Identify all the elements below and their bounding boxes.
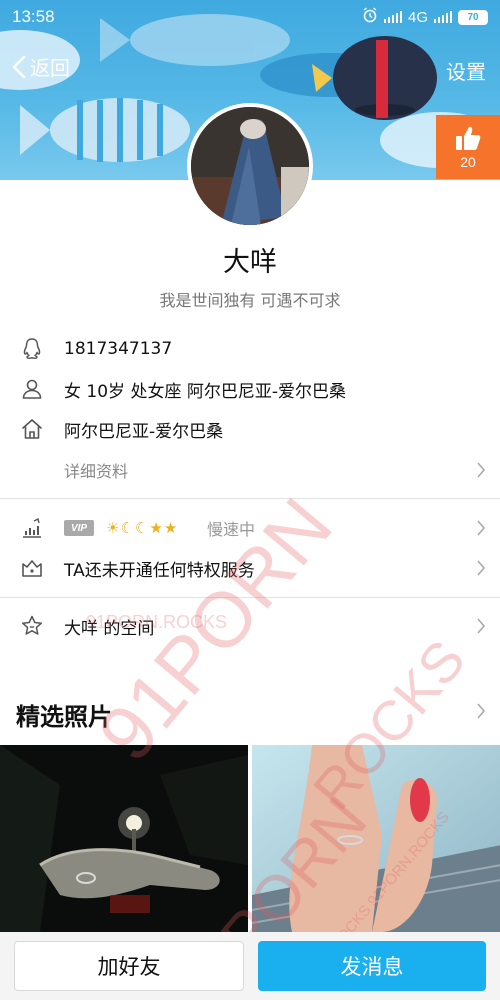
signal-icon <box>383 11 402 23</box>
speed-status: 慢速中 <box>207 520 256 539</box>
level-icons: ☀ ☾ ☾ ★ ★ <box>106 519 177 537</box>
privilege-text: TA还未开通任何特权服务 <box>64 560 255 581</box>
section-divider <box>0 498 500 499</box>
hometown: 阿尔巴尼亚-爱尔巴桑 <box>64 421 224 442</box>
crown-box-icon <box>22 560 42 577</box>
back-button[interactable]: 返回 <box>12 52 70 81</box>
avatar[interactable] <box>187 103 313 229</box>
network-type: 4G <box>407 8 428 26</box>
basic-info: 女 10岁 处女座 阿尔巴尼亚-爱尔巴桑 <box>64 381 346 402</box>
signature: 我是世间独有 可遇不可求 <box>159 291 341 310</box>
photo-grid <box>0 745 500 932</box>
star-icon: ★ <box>149 519 163 537</box>
hand-photo <box>251 745 500 932</box>
settings-button[interactable]: 设置 <box>446 56 486 85</box>
star-icon <box>21 615 43 635</box>
alarm-icon <box>362 7 378 27</box>
moon-icon: ☾ <box>120 519 134 537</box>
sun-icon: ☀ <box>106 519 120 537</box>
featured-photos-title: 精选照片 <box>16 703 112 731</box>
details-row[interactable]: 详细资料 <box>0 450 500 490</box>
like-count: 20 <box>460 154 476 170</box>
chevron-right-icon <box>477 462 486 478</box>
growth-chart-icon <box>23 517 41 538</box>
qq-penguin-icon <box>23 338 41 359</box>
qq-number-row: 1817347137 <box>0 329 500 369</box>
hometown-row: 阿尔巴尼亚-爱尔巴桑 <box>0 409 500 449</box>
details-label: 详细资料 <box>64 462 129 481</box>
section-divider <box>0 597 500 598</box>
status-time: 13:58 <box>12 7 55 26</box>
bottom-action-bar: 加好友 发消息 <box>0 932 500 1000</box>
basic-info-row: 女 10岁 处女座 阿尔巴尼亚-爱尔巴桑 <box>0 369 500 409</box>
star-icon: ★ <box>163 519 178 537</box>
photo-thumbnail[interactable] <box>0 745 249 932</box>
thumbs-up-icon <box>456 126 481 150</box>
chevron-left-icon <box>12 55 26 78</box>
chevron-right-icon[interactable] <box>476 702 486 720</box>
send-message-button[interactable]: 发消息 <box>258 941 486 991</box>
vip-row[interactable]: VIP ☀ ☾ ☾ ★ ★ 慢速中 <box>0 508 500 548</box>
chevron-right-icon <box>477 520 486 536</box>
space-row[interactable]: 大咩 的空间 <box>0 606 500 646</box>
status-icons: 4G 70 <box>362 7 488 27</box>
photo-thumbnail[interactable] <box>251 745 500 932</box>
add-friend-button[interactable]: 加好友 <box>14 941 244 991</box>
space-label: 大咩 的空间 <box>64 618 155 639</box>
privilege-row[interactable]: TA还未开通任何特权服务 <box>0 548 500 588</box>
back-label: 返回 <box>30 56 70 80</box>
nickname: 大咩 <box>223 247 277 278</box>
status-bar: 13:58 4G 70 <box>0 0 500 34</box>
like-button[interactable]: 20 <box>436 115 500 179</box>
battery-icon: 70 <box>458 9 488 25</box>
spacer <box>0 655 500 669</box>
chevron-right-icon <box>477 618 486 634</box>
signal-icon-2 <box>434 11 452 23</box>
chevron-right-icon <box>477 560 486 576</box>
person-icon <box>22 379 42 399</box>
vip-tag: VIP <box>64 520 94 536</box>
moon-icon: ☾ <box>134 519 149 537</box>
home-icon <box>22 419 42 439</box>
night-hand-photo <box>0 745 248 932</box>
qq-number: 1817347137 <box>64 339 173 359</box>
avatar-photo <box>191 107 309 225</box>
